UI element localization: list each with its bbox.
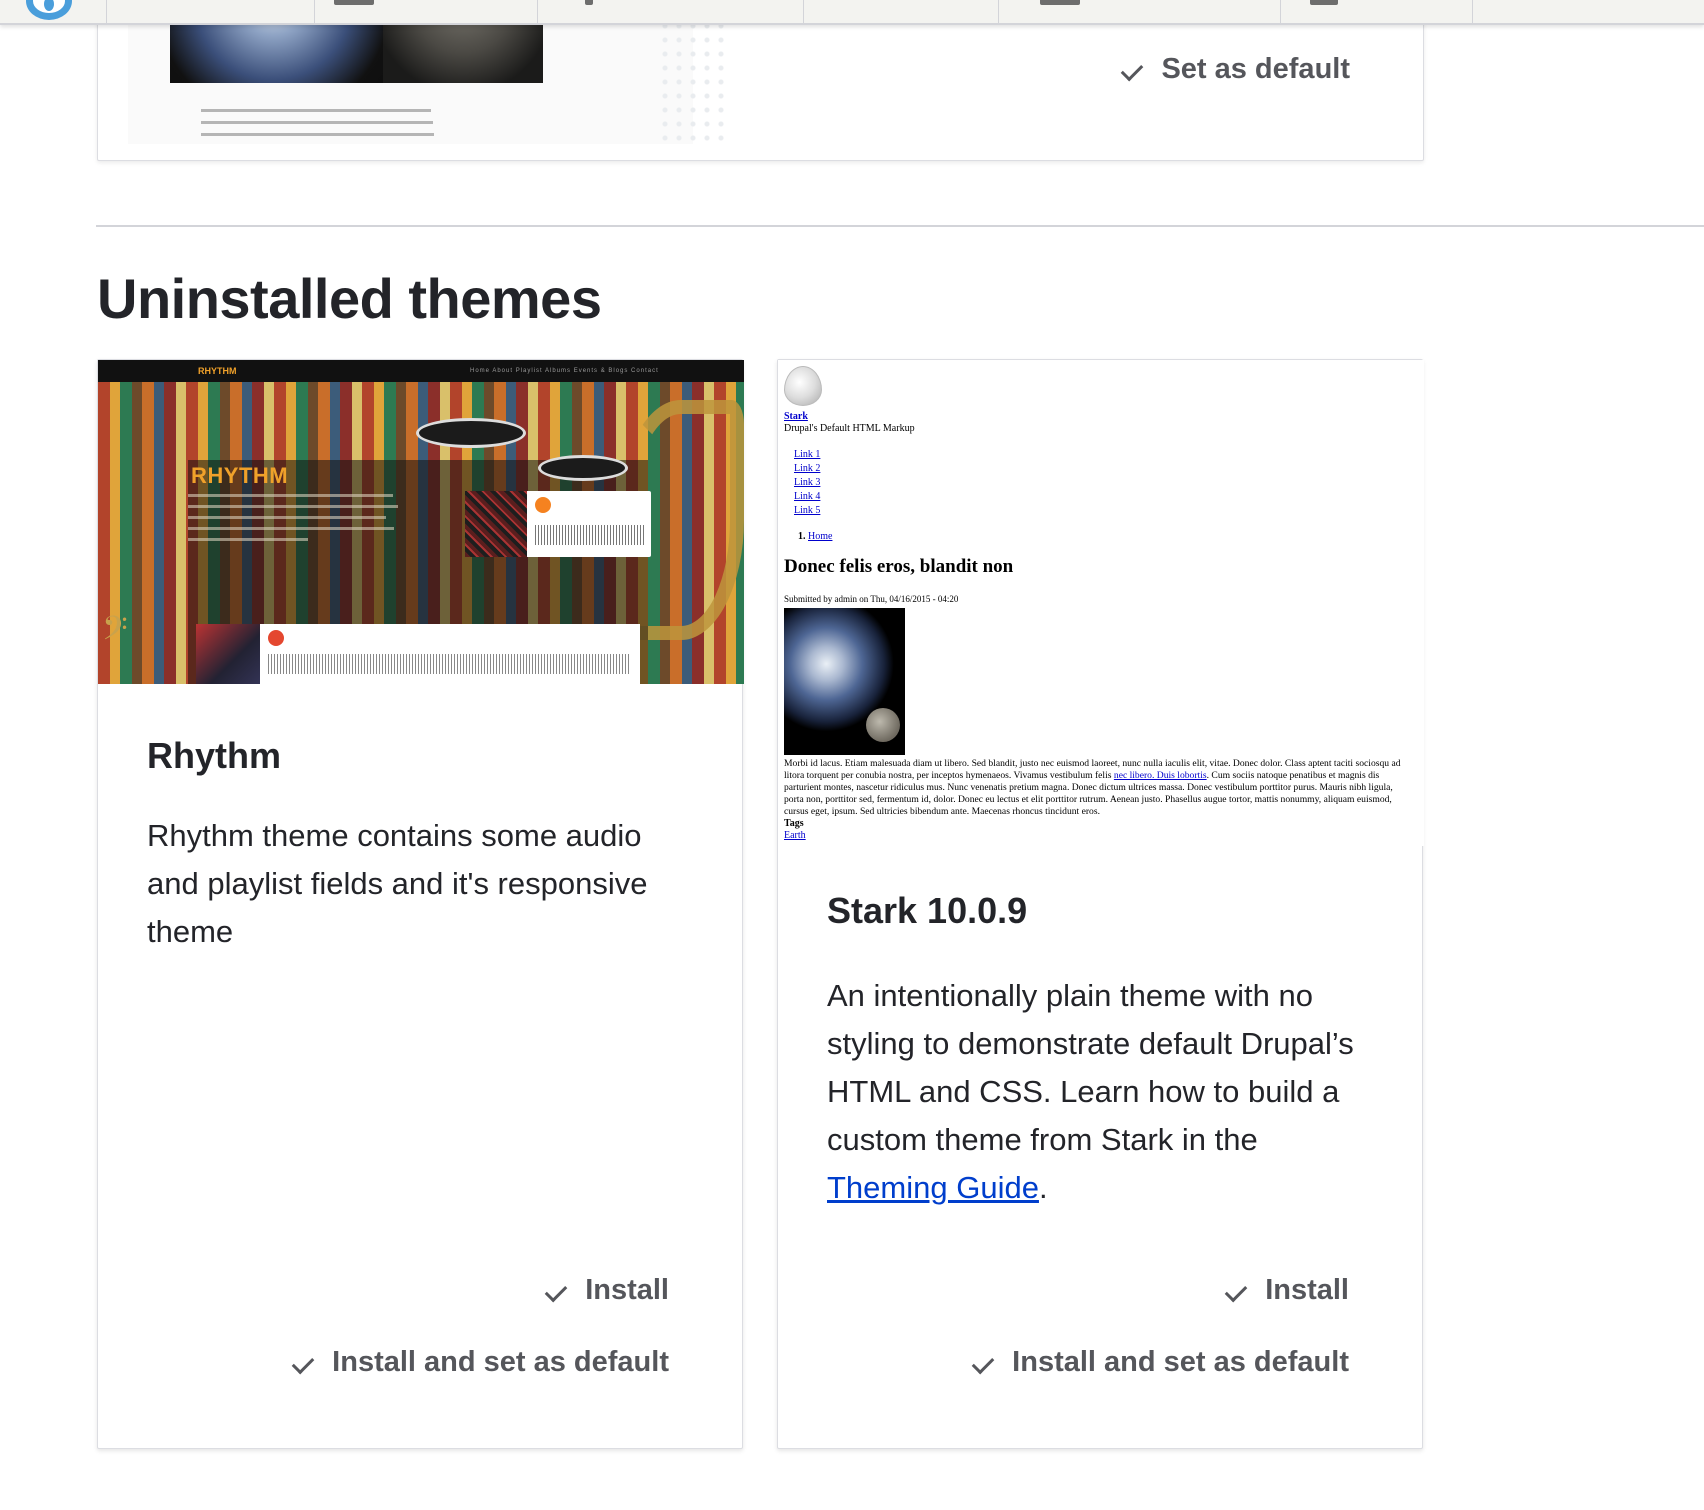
preview-link: Link 4 [794,491,821,502]
toolbar-divider [803,0,804,25]
rhythm-screenshot: RHYTHM Home About Playlist Albums Events… [98,360,744,684]
toolbar-divider [1472,0,1473,25]
preview-tags-label: Tags [784,818,804,829]
toolbar-item-stub[interactable] [585,0,593,5]
preview-node-title: Donec felis eros, blandit non [784,556,1014,577]
check-icon [1121,57,1147,83]
bass-clef-icon: 𝄢 [102,610,128,656]
theme-card-stark: Stark Drupal's Default HTML Markup Link … [777,359,1424,1449]
set-as-default-button[interactable]: Set as default [1121,53,1350,86]
theming-guide-link[interactable]: Theming Guide [827,1170,1039,1205]
install-button[interactable]: Install [1225,1274,1349,1307]
waveform [268,654,630,674]
album-art [465,491,527,557]
toolbar-divider [998,0,999,25]
audio-player [465,491,651,557]
install-and-set-default-label: Install and set as default [332,1346,669,1378]
install-button[interactable]: Install [545,1274,669,1307]
check-icon [972,1350,998,1376]
preview-link: Link 5 [794,505,821,516]
admin-toolbar [0,0,1704,25]
toolbar-divider [1280,0,1281,25]
waveform [535,525,645,545]
preview-body-link: nec libero. Duis lobortis [1113,770,1207,781]
toolbar-divider [106,0,107,25]
toolbar-item-stub[interactable] [334,0,374,5]
breadcrumb-number: 1. [798,531,806,542]
user-icon[interactable] [1310,0,1338,5]
toolbar-divider [537,0,538,25]
preview-brand-text [188,494,408,549]
preview-link: Link 2 [794,463,821,474]
toolbar-item-stub[interactable] [1040,0,1080,5]
preview-link: Link 3 [794,477,821,488]
check-icon [1225,1278,1251,1304]
theme-description: An intentionally plain theme with no sty… [827,972,1375,1212]
preview-text-lines [201,109,451,145]
install-label: Install [585,1274,669,1306]
preview-slogan: Drupal's Default HTML Markup [784,423,915,434]
theme-description: Rhythm theme contains some audio and pla… [147,818,648,949]
install-and-set-default-button[interactable]: Install and set as default [292,1346,669,1379]
preview-body: Morbi id lacus. Etiam malesuada diam ut … [784,758,1414,818]
stark-screenshot: Stark Drupal's Default HTML Markup Link … [778,360,1424,846]
preview-nav: Home About Playlist Albums Events & Blog… [470,368,659,374]
section-divider [96,225,1704,227]
preview-brand: RHYTHM [191,463,289,488]
theme-name: Rhythm [147,735,281,776]
check-icon [545,1278,571,1304]
album-art [196,624,260,684]
theme-card-rhythm: RHYTHM Home About Playlist Albums Events… [97,359,744,1449]
install-and-set-default-label: Install and set as default [1012,1346,1349,1378]
preview-breadcrumb: 1. Home [798,531,832,542]
preview-site-name: Stark [784,411,808,422]
play-icon [268,630,284,646]
preview-tag: Earth [784,830,806,841]
install-label: Install [1265,1274,1349,1306]
drupal-drop-icon [784,366,822,406]
preview-links: Link 1 Link 2 Link 3 Link 4 Link 5 [794,448,820,518]
preview-logo: RHYTHM [198,366,237,376]
theme-description-suffix: . [1038,1170,1048,1205]
earth-image [784,608,905,755]
audio-player [196,624,640,684]
set-as-default-label: Set as default [1161,53,1350,85]
section-title: Uninstalled themes [97,267,602,330]
play-icon [535,497,551,513]
install-and-set-default-button[interactable]: Install and set as default [972,1346,1349,1379]
theme-description-text: An intentionally plain theme with no sty… [827,978,1354,1157]
preview-submitted: Submitted by admin on Thu, 04/16/2015 - … [784,594,959,604]
drupal-logo-icon[interactable] [26,0,72,20]
breadcrumb-link: Home [808,531,833,542]
theme-name: Stark 10.0.9 [827,890,1028,931]
check-icon [292,1350,318,1376]
preview-link: Link 1 [794,449,821,460]
toolbar-divider [314,0,315,25]
turntable-icon [538,455,628,481]
turntable-icon [416,418,526,448]
